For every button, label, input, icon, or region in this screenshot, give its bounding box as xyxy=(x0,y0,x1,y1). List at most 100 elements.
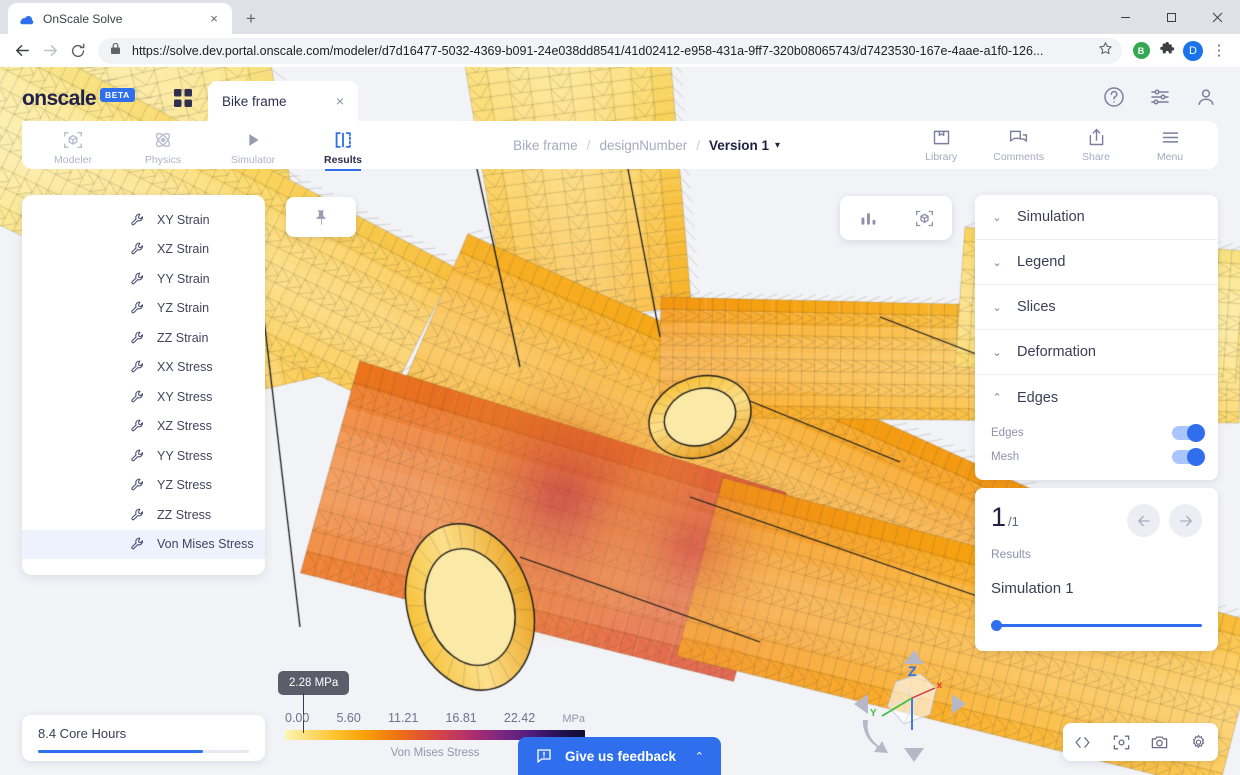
onscale-logo[interactable]: onscale BETA xyxy=(22,87,135,111)
result-variable-item[interactable]: YY Strain xyxy=(22,264,265,294)
fit-view-icon[interactable] xyxy=(1112,733,1131,752)
result-variable-item[interactable]: ZZ Stress xyxy=(22,500,265,530)
breadcrumb-project[interactable]: Bike frame xyxy=(513,138,578,153)
properties-section-title: Simulation xyxy=(1017,209,1085,225)
properties-section-edges[interactable]: ⌃Edges xyxy=(975,375,1218,420)
browser-back-button[interactable] xyxy=(8,37,36,65)
properties-section-legend[interactable]: ⌄Legend xyxy=(975,240,1218,285)
pin-button[interactable] xyxy=(286,197,356,237)
give-feedback-button[interactable]: Give us feedback ⌃ xyxy=(518,737,721,775)
window-controls xyxy=(1102,0,1240,34)
account-icon[interactable] xyxy=(1194,85,1218,109)
legend-tick: 11.21 xyxy=(388,711,418,725)
slider-thumb[interactable] xyxy=(991,620,1002,631)
properties-section-slices[interactable]: ⌄Slices xyxy=(975,285,1218,330)
window-maximize-button[interactable] xyxy=(1148,0,1194,34)
results-next-button[interactable] xyxy=(1169,504,1202,537)
bookmark-star-icon[interactable] xyxy=(1098,41,1114,61)
svg-text:Z: Z xyxy=(908,663,917,679)
legend-tick: 0.00 xyxy=(285,711,309,725)
breadcrumb-design[interactable]: designNumber xyxy=(599,138,687,153)
onscale-favicon xyxy=(18,11,34,27)
results-timeline-slider[interactable] xyxy=(991,619,1202,631)
nav-right-actions: Library Comments Share xyxy=(919,127,1218,163)
result-variable-item[interactable]: YZ Stress xyxy=(22,471,265,501)
chevron-down-icon[interactable]: ⌄ xyxy=(991,211,1003,224)
properties-section-simulation[interactable]: ⌄ Simulation xyxy=(975,195,1218,240)
toggle-knob xyxy=(1187,424,1205,442)
stage-tab-simulator[interactable]: Simulator xyxy=(222,125,284,166)
action-label: Library xyxy=(925,151,957,163)
action-menu[interactable]: Menu xyxy=(1148,127,1192,163)
toggle-switch-mesh[interactable] xyxy=(1172,450,1204,464)
properties-panel: ⌄Simulation⌄Legend⌄Slices⌄Deformation⌃Ed… xyxy=(975,195,1218,651)
extensions-puzzle-icon[interactable] xyxy=(1154,38,1180,64)
chevron-down-icon[interactable]: ⌄ xyxy=(991,346,1003,359)
browser-address-bar[interactable]: https://solve.dev.portal.onscale.com/mod… xyxy=(98,38,1122,64)
gear-icon[interactable] xyxy=(1189,733,1208,752)
document-tab[interactable]: Bike frame × xyxy=(208,81,358,121)
result-variable-item[interactable]: XY Strain xyxy=(22,205,265,235)
chevron-down-icon[interactable]: ⌄ xyxy=(991,301,1003,314)
extension-badge-icon[interactable]: B xyxy=(1128,38,1154,64)
result-variable-item[interactable]: ZZ Strain xyxy=(22,323,265,353)
core-hours-widget: 8.4 Core Hours xyxy=(22,715,265,761)
legend-probe-tooltip: 2.28 MPa xyxy=(278,671,349,695)
action-label: Menu xyxy=(1157,151,1183,163)
result-variable-item[interactable]: Von Mises Stress xyxy=(22,530,265,560)
wrench-icon xyxy=(130,212,146,228)
browser-tab[interactable]: OnScale Solve × xyxy=(8,3,232,34)
result-variable-item[interactable]: YZ Strain xyxy=(22,294,265,324)
breadcrumb-version[interactable]: Version 1 xyxy=(709,138,769,153)
chevron-up-icon[interactable]: ⌃ xyxy=(695,750,704,763)
code-brackets-icon[interactable] xyxy=(1073,733,1092,752)
settings-sliders-icon[interactable] xyxy=(1148,85,1172,109)
window-minimize-button[interactable] xyxy=(1102,0,1148,34)
result-variable-item[interactable]: YY Stress xyxy=(22,441,265,471)
results-bracket-icon xyxy=(332,129,354,151)
browser-profile-avatar[interactable]: D xyxy=(1180,38,1206,64)
gizmo-arrow-up xyxy=(904,650,924,664)
result-variable-label: YZ Strain xyxy=(157,301,209,315)
window-close-button[interactable] xyxy=(1194,0,1240,34)
browser-reload-button[interactable] xyxy=(64,37,92,65)
result-variable-item[interactable]: XX Stress xyxy=(22,353,265,383)
result-variable-item[interactable]: XZ Strain xyxy=(22,235,265,265)
result-variable-item[interactable]: XZ Stress xyxy=(22,412,265,442)
app-grid-icon[interactable] xyxy=(172,87,194,109)
browser-menu-kebab-icon[interactable]: ⋮ xyxy=(1206,38,1232,64)
result-variable-item[interactable]: XY Stress xyxy=(22,382,265,412)
fit-view-cube-icon[interactable] xyxy=(914,208,935,229)
toggle-switch-edges[interactable] xyxy=(1172,426,1204,440)
help-icon[interactable] xyxy=(1102,85,1126,109)
chevron-down-icon[interactable]: ⌄ xyxy=(991,256,1003,269)
toggle-row-edges: Edges xyxy=(975,422,1218,444)
action-comments[interactable]: Comments xyxy=(993,127,1044,163)
tab-close-icon[interactable]: × xyxy=(206,11,222,27)
wrench-icon xyxy=(130,418,146,434)
results-variable-list[interactable]: XY StrainXZ StrainYY Strain YZ Strain ZZ S… xyxy=(22,195,265,575)
svg-text:Y: Y xyxy=(870,708,877,719)
bar-chart-icon[interactable] xyxy=(858,208,879,229)
gizmo-arrow-left xyxy=(854,694,868,714)
stage-tab-modeler[interactable]: Modeler xyxy=(42,125,104,166)
result-variable-label: ZZ Stress xyxy=(157,508,211,522)
new-tab-button[interactable]: + xyxy=(240,8,262,30)
core-hours-label: 8.4 Core Hours xyxy=(38,726,249,741)
action-label: Comments xyxy=(993,151,1044,163)
3d-navigation-gizmo[interactable]: Z Y x xyxy=(838,642,978,770)
action-share[interactable]: Share xyxy=(1074,127,1118,163)
wrench-icon xyxy=(130,507,146,523)
camera-icon[interactable] xyxy=(1150,733,1169,752)
properties-section-deformation[interactable]: ⌄Deformation xyxy=(975,330,1218,375)
stage-tab-physics[interactable]: Physics xyxy=(132,125,194,166)
results-nav-buttons xyxy=(1127,504,1202,537)
chevron-down-icon[interactable]: ▾ xyxy=(775,140,780,151)
browser-forward-button[interactable] xyxy=(36,37,64,65)
stage-tab-results[interactable]: Results xyxy=(312,125,374,166)
document-tab-close-icon[interactable]: × xyxy=(336,93,344,109)
results-prev-button[interactable] xyxy=(1127,504,1160,537)
svg-text:x: x xyxy=(937,680,942,690)
chevron-up-icon[interactable]: ⌃ xyxy=(991,391,1003,404)
action-library[interactable]: Library xyxy=(919,127,963,163)
